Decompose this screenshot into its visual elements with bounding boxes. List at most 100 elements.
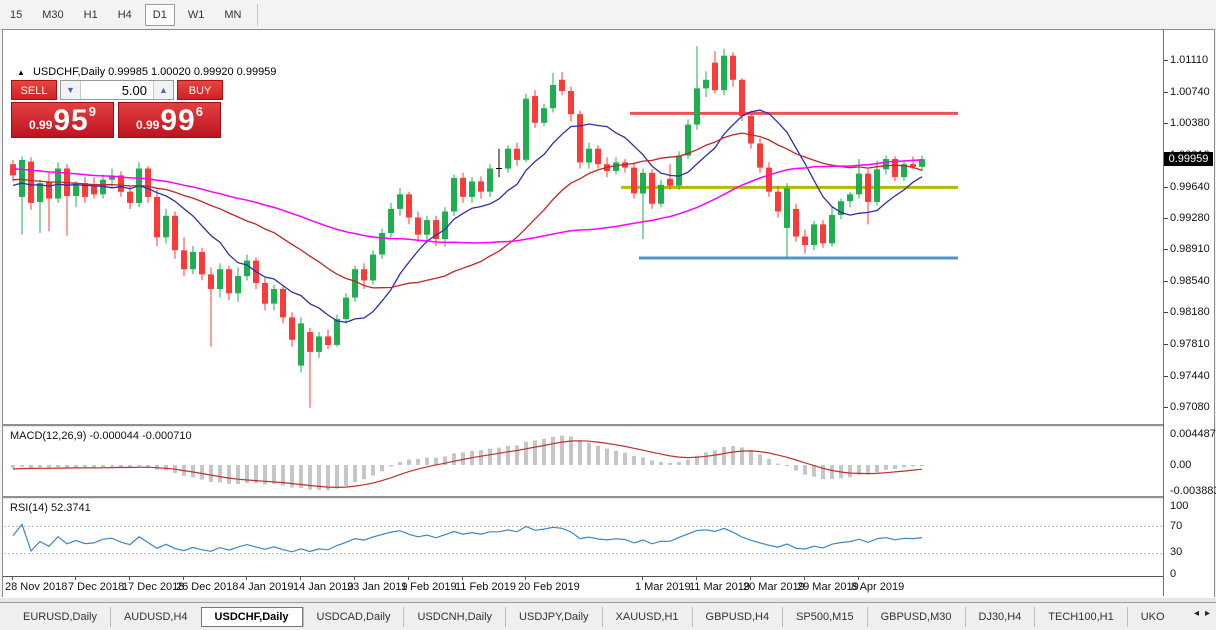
date-axis-label: 11 Feb 2019	[455, 581, 516, 593]
price-axis-label: 1.00380	[1170, 117, 1210, 129]
date-axis-label: 20 Feb 2019	[518, 581, 580, 593]
chart-tab-uko[interactable]: UKO	[1127, 607, 1178, 627]
date-tick	[354, 577, 355, 580]
chart-tab-dj30-h4[interactable]: DJ30,H4	[965, 607, 1035, 627]
ohlc-close: 0.99959	[237, 66, 277, 78]
rsi-axis-label: 30	[1170, 546, 1182, 558]
date-tick	[246, 577, 247, 580]
sell-price-sup: 9	[89, 104, 96, 119]
timeframe-button-mn[interactable]: MN	[217, 5, 248, 25]
mt4-terminal: 15 M30 H1 H4 D1 W1MN 28 Nov 20187 Dec 201817 …	[0, 0, 1216, 630]
date-tick	[75, 577, 76, 580]
price-axis-label: 0.97440	[1170, 370, 1210, 382]
price-axis-label: 0.98910	[1170, 243, 1210, 255]
date-axis-label: 1 Feb 2019	[401, 581, 457, 593]
sell-price-prefix: 0.99	[29, 118, 52, 132]
volume-input[interactable]	[81, 81, 153, 99]
date-axis-label: 28 Nov 2018	[5, 581, 67, 593]
ohlc-low: 0.99920	[194, 66, 234, 78]
date-tick	[525, 577, 526, 580]
price-tick	[1164, 281, 1168, 282]
chart-tab-usdchf-daily[interactable]: USDCHF,Daily	[201, 607, 303, 627]
date-axis-label: 11 Mar 2019	[689, 581, 750, 593]
chart-tab-xauusd-h1[interactable]: XAUUSD,H1	[602, 607, 692, 627]
buy-button[interactable]: BUY	[177, 80, 223, 100]
tab-scroll-right-icon[interactable]: ▸	[1202, 608, 1213, 619]
rsi-chart-canvas[interactable]	[4, 498, 1162, 576]
chart-tab-gbpusd-h4[interactable]: GBPUSD,H4	[692, 607, 783, 627]
date-tick	[12, 577, 13, 580]
tab-scroll-buttons: ◂▸	[1191, 608, 1213, 619]
sell-price-big: 95	[53, 107, 88, 135]
chart-tab-bar: EURUSD,DailyAUDUSD,H4USDCHF,DailyUSDCAD,…	[0, 603, 1216, 630]
date-axis-label: 4 Jan 2019	[239, 581, 293, 593]
chart-title: ▲ USDCHF,Daily 0.99985 1.00020 0.99920 0…	[17, 66, 276, 78]
price-tick	[1164, 312, 1168, 313]
date-tick	[408, 577, 409, 580]
price-axis-label: 0.97810	[1170, 338, 1210, 350]
date-axis-label: 7 Dec 2018	[68, 581, 124, 593]
date-axis-label: 8 Apr 2019	[851, 581, 904, 593]
macd-axis-label: -0.003883	[1170, 485, 1216, 497]
timeframe-button-w1[interactable]: W1	[181, 5, 212, 25]
price-tick	[1164, 249, 1168, 250]
rsi-axis-label: 70	[1170, 520, 1182, 532]
date-tick	[462, 577, 463, 580]
chart-tab-usdcnh-daily[interactable]: USDCNH,Daily	[403, 607, 505, 627]
macd-axis-label: 0.004487	[1170, 428, 1216, 440]
chart-tab-gbpusd-m30[interactable]: GBPUSD,M30	[867, 607, 965, 627]
chart-tab-sp500-m15[interactable]: SP500,M15	[782, 607, 866, 627]
sell-button[interactable]: SELL	[11, 80, 57, 100]
chart-tab-usdjpy-daily[interactable]: USDJPY,Daily	[505, 607, 602, 627]
date-tick	[858, 577, 859, 580]
price-tick	[1164, 344, 1168, 345]
buy-price-sup: 6	[196, 104, 203, 119]
sell-price-box[interactable]: 0.99 95 9	[11, 102, 114, 138]
price-tick	[1164, 376, 1168, 377]
price-axis[interactable]: 1.011101.007401.003801.000100.996400.992…	[1164, 30, 1213, 596]
date-axis-label: 23 Jan 2019	[347, 581, 408, 593]
chart-tab-audusd-h4[interactable]: AUDUSD,H4	[110, 607, 201, 627]
buy-price-big: 99	[160, 107, 195, 135]
rsi-axis-label: 100	[1170, 500, 1188, 512]
price-tick	[1164, 187, 1168, 188]
date-axis-label: 20 Mar 2019	[743, 581, 805, 593]
date-tick	[129, 577, 130, 580]
price-axis-label: 0.98540	[1170, 275, 1210, 287]
rsi-axis-label: 0	[1170, 568, 1176, 580]
rsi-label: RSI(14) 52.3741	[10, 502, 91, 514]
date-axis-label: 1 Mar 2019	[635, 581, 691, 593]
macd-axis-label: 0.00	[1170, 459, 1191, 471]
timeframe-button-h1[interactable]: H1	[77, 5, 105, 25]
buy-price-prefix: 0.99	[136, 118, 159, 132]
price-axis-label: 0.99640	[1170, 181, 1210, 193]
price-tick	[1164, 92, 1168, 93]
timeframe-button-m30[interactable]: M30	[35, 5, 70, 25]
date-tick	[300, 577, 301, 580]
date-tick	[696, 577, 697, 580]
volume-decrease-button[interactable]: ▼	[61, 81, 81, 99]
date-axis-label: 29 Mar 2019	[797, 581, 859, 593]
volume-stepper: ▼ ▲	[60, 80, 174, 100]
chart-tab-eurusd-daily[interactable]: EURUSD,Daily	[10, 607, 110, 627]
chart-symbol: USDCHF,Daily	[33, 66, 105, 78]
timeframe-button-15[interactable]: 15	[3, 5, 29, 25]
tab-scroll-left-icon[interactable]: ◂	[1191, 608, 1202, 619]
chart-tab-tech100-h1[interactable]: TECH100,H1	[1034, 607, 1126, 627]
chart-tab-usdcad-daily[interactable]: USDCAD,Daily	[303, 607, 404, 627]
price-axis-label: 0.98180	[1170, 306, 1210, 318]
price-tick	[1164, 407, 1168, 408]
one-click-trading-panel: SELL ▼ ▲ BUY 0.99 95 9 0.99 99 6	[11, 80, 223, 138]
date-axis[interactable]: 28 Nov 20187 Dec 201817 Dec 201826 Dec 2…	[3, 576, 1163, 597]
buy-price-box[interactable]: 0.99 99 6	[118, 102, 221, 138]
price-tick	[1164, 60, 1168, 61]
date-axis-label: 26 Dec 2018	[176, 581, 238, 593]
timeframe-button-h4[interactable]: H4	[111, 5, 139, 25]
collapse-triangle-icon[interactable]: ▲	[17, 68, 25, 77]
volume-increase-button[interactable]: ▲	[153, 81, 173, 99]
timeframe-button-d1[interactable]: D1	[145, 4, 175, 26]
current-price-badge: 0.99959	[1164, 152, 1213, 166]
ohlc-high: 1.00020	[151, 66, 191, 78]
price-axis-label: 1.01110	[1170, 54, 1208, 66]
macd-label: MACD(12,26,9) -0.000044 -0.000710	[10, 430, 192, 442]
